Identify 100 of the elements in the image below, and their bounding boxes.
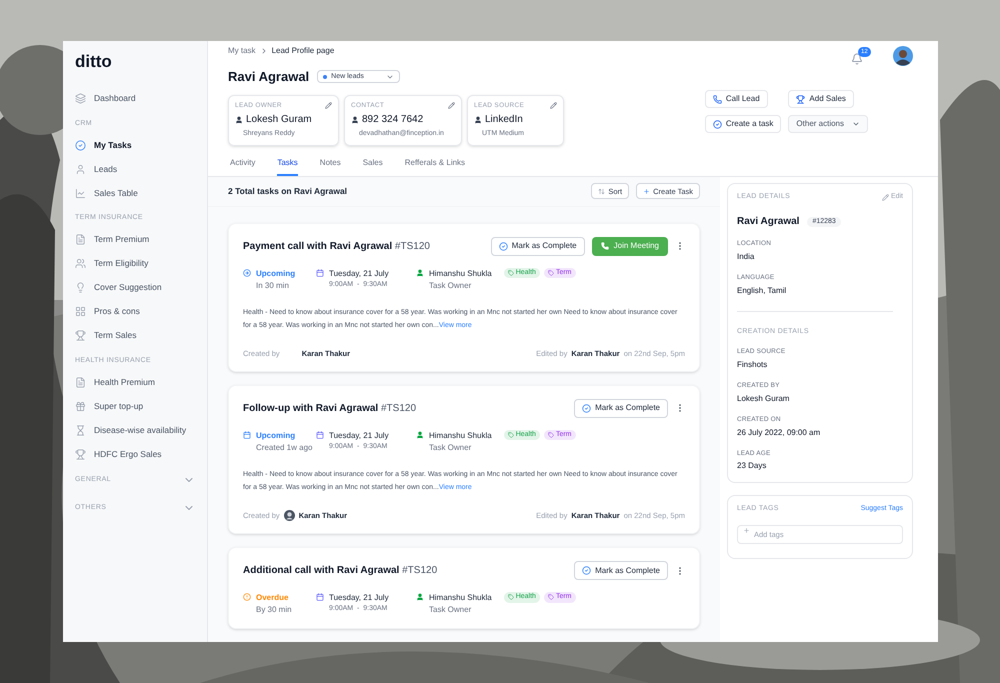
mark-complete-button[interactable]: Mark as Complete [574,398,668,418]
check-circle-icon [498,242,508,250]
tab[interactable]: Notes [320,154,341,176]
card-value: LinkedIn [485,113,523,128]
grid-icon [75,306,86,317]
action-button[interactable]: Create a task [704,115,782,133]
task-date: Tuesday, 21 July [329,592,389,604]
avatar [284,510,295,521]
chevron-icon [852,120,860,128]
plus-icon [743,526,750,534]
task-date: Tuesday, 21 July [329,430,389,442]
nav-item[interactable]: Term Sales [63,324,207,348]
user-icon [474,116,482,124]
tab[interactable]: Activity [230,154,256,176]
nav-item[interactable]: Sales Table [63,181,207,205]
user-icon [351,116,359,124]
layers-icon [75,93,86,104]
nav-item[interactable]: Pros & cons [63,300,207,324]
nav-item[interactable]: Leads [63,157,207,181]
task-title: Payment call with Ravi Agrawal #TS120 [243,240,430,254]
field-value: 26 July 2022, 09:00 am [737,426,822,438]
status-label: Upcoming [256,430,296,442]
tab[interactable]: Sales [362,154,383,176]
lead-name: Ravi Agrawal [228,68,310,86]
check-circle-icon [712,120,722,128]
bell-icon [851,53,863,65]
user-icon [416,268,424,276]
users-icon [75,258,86,269]
status-subtext: Created 1w ago [256,442,312,454]
tag-icon [508,432,514,438]
tag-icon [508,594,514,600]
user-icon [416,593,424,601]
chart-icon [75,188,86,198]
action-button[interactable]: Add Sales [788,90,854,108]
calendar-icon [243,430,251,439]
tab[interactable]: Refferals & Links [404,154,466,176]
status-subtext: In 30 min [256,280,290,292]
pencil-icon[interactable] [448,102,455,109]
status-label: Upcoming [256,268,296,280]
nav-item[interactable]: Term Premium [63,228,207,252]
lightbulb-icon [75,282,86,293]
user-icon [235,116,243,124]
nav-item[interactable]: Term Eligibility [63,252,207,276]
field-value: 23 Days [737,460,768,472]
card-value: 892 324 7642 [362,113,424,128]
owner-role: Task Owner [429,604,472,616]
calendar-icon [316,593,324,601]
status-subtext: By 30 min [256,604,292,616]
trophy-icon [75,448,86,460]
nav-item[interactable]: Dashboard [63,86,207,110]
nav-item[interactable]: My Tasks [63,133,207,157]
check-circle-icon [582,566,592,575]
nav-item[interactable]: Disease-wise availability [63,418,207,442]
nav-item[interactable]: Cover Suggestion [63,276,207,300]
alert-icon [243,593,251,601]
pencil-icon [882,194,889,200]
task-owner: Himanshu Shukla [429,430,492,442]
card-value: Lokesh Guram [246,113,312,128]
field-value: India [737,251,756,263]
owner-role: Task Owner [429,442,472,454]
document-icon [75,376,86,388]
user-icon [75,164,86,174]
nav-item[interactable]: HDFC Ergo Sales [63,442,207,466]
hourglass-icon [75,424,86,436]
nav-item[interactable]: Health Premium [63,370,207,394]
owner-role: Task Owner [429,280,472,292]
check-circle-icon [75,140,86,150]
phone-icon [600,242,609,250]
sort-icon [598,188,606,195]
mark-complete-button[interactable]: Mark as Complete [574,561,668,580]
lead-name: Ravi Agrawal [737,215,800,230]
task-owner: Himanshu Shukla [429,268,492,280]
arrow-circle-icon [243,268,251,276]
task-title: Follow-up with Ravi Agrawal #TS120 [243,402,416,416]
avatar[interactable] [893,46,913,66]
breadcrumb-link[interactable]: My task [228,45,256,57]
calendar-icon [316,268,324,276]
field-value: Finshots [737,359,768,371]
field-value: English, Tamil [737,284,788,297]
user-icon [416,430,424,439]
tag-icon [548,594,554,600]
logo: ditto [74,51,113,73]
breadcrumb-link[interactable]: Lead Profile page [272,45,334,57]
check-circle-icon [582,404,592,413]
nav-item[interactable]: Super top-up [63,394,207,418]
trophy-icon [75,330,86,341]
plus-icon [643,188,650,195]
pencil-icon[interactable] [325,102,332,109]
action-button[interactable]: Other actions [788,115,868,133]
tag-icon [508,270,514,276]
tag-icon [548,270,554,276]
action-button[interactable]: Call Lead [704,90,768,108]
task-owner: Himanshu Shukla [429,592,492,604]
status-label: Overdue [256,592,290,604]
trophy-icon [796,94,806,104]
pencil-icon[interactable] [550,102,557,109]
tasks-count: 2 Total tasks on Ravi Agrawal [228,184,348,198]
mark-complete-button[interactable]: Mark as Complete [490,236,585,256]
calendar-icon [316,430,324,439]
gift-icon [75,400,86,412]
